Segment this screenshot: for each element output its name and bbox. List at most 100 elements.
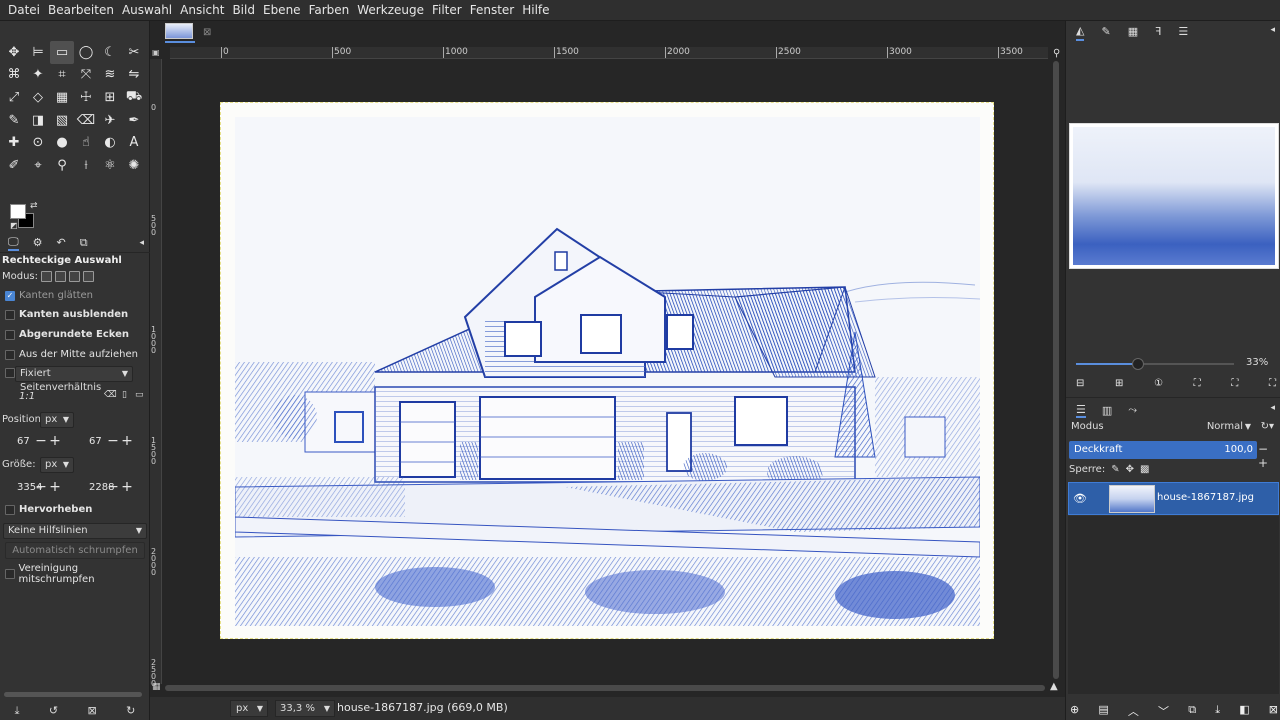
crop-icon[interactable]: ⌗ (50, 64, 74, 87)
plus-icon[interactable]: + (48, 479, 62, 495)
tab-menu-icon[interactable]: ◂ (139, 238, 144, 248)
paint-icon[interactable]: ✎ (2, 109, 26, 132)
duplicate-layer-icon[interactable]: ⧉ (1188, 703, 1196, 719)
tab-layers[interactable]: ☰ (1076, 403, 1086, 418)
horizontal-scrollbar[interactable] (165, 685, 1045, 691)
lasso-icon[interactable]: ☾ (98, 41, 122, 64)
zoom-dropdown[interactable]: 33,3 % ▼ (275, 700, 335, 717)
minus-icon[interactable]: − (106, 433, 120, 449)
landscape-icon[interactable]: ▭ (135, 390, 144, 400)
opacity-slider[interactable]: Deckkraft 100,0 (1069, 441, 1257, 459)
swap-colors-icon[interactable]: ⇄ (30, 201, 38, 211)
image-canvas[interactable] (220, 102, 994, 639)
zoom-slider[interactable] (1076, 358, 1234, 370)
eye-icon[interactable]: 👁 (1073, 492, 1087, 505)
flip-icon[interactable]: ⇋ (122, 64, 146, 87)
blur-icon[interactable]: ● (50, 131, 74, 154)
width-spinner[interactable]: 3354 − + (0, 479, 62, 495)
warp-icon[interactable]: ≋ (98, 64, 122, 87)
ellipse-select-icon[interactable]: ◯ (74, 41, 98, 64)
plus-icon[interactable]: + (120, 479, 134, 495)
fixed-aspect-dropdown[interactable]: Fixiert Seitenverhältnis ▼ (15, 366, 133, 393)
unified-transform-icon[interactable]: ⊞ (98, 86, 122, 109)
merge-down-icon[interactable]: ⤓ (1215, 703, 1220, 719)
mode-intersect-icon[interactable] (83, 271, 95, 282)
cage-icon[interactable]: ▦ (50, 86, 74, 109)
handle-icon[interactable]: ☩ (74, 86, 98, 109)
close-icon[interactable]: ⊠ (203, 27, 211, 38)
smudge-icon[interactable]: ☝ (74, 131, 98, 154)
canvas-stage[interactable] (163, 60, 1048, 683)
menu-bild[interactable]: Bild (228, 0, 259, 21)
color-picker-icon[interactable]: ✐ (2, 154, 26, 177)
clone-icon[interactable]: ⊙ (26, 131, 50, 154)
reset-options-icon[interactable]: ↻ (126, 704, 135, 720)
rounded-corners-checkbox[interactable]: Abgerundete Ecken (5, 329, 129, 340)
menu-hilfe[interactable]: Hilfe (518, 0, 553, 21)
menu-fenster[interactable]: Fenster (466, 0, 519, 21)
fit-image-icon[interactable]: ⛶ (1194, 378, 1201, 389)
position-unit-dropdown[interactable]: px ▼ (40, 412, 74, 428)
rect-select-icon[interactable]: ▭ (50, 41, 74, 64)
eraser-icon[interactable]: ⌫ (74, 109, 98, 132)
mode-add-icon[interactable] (55, 271, 67, 282)
gradient-icon[interactable]: ▧ (50, 109, 74, 132)
size-unit-dropdown[interactable]: px ▼ (40, 457, 74, 473)
navigate-icon[interactable]: ▦ (152, 682, 161, 692)
highlight-checkbox[interactable]: Hervorheben (5, 504, 92, 515)
unit-dropdown[interactable]: px ▼ (230, 700, 268, 717)
layer-mode-value[interactable]: Normal (1207, 421, 1243, 432)
zoom-out-icon[interactable]: ⊟ (1076, 378, 1084, 389)
portrait-icon[interactable]: ▯ (122, 390, 127, 400)
navigator-preview[interactable] (1069, 123, 1279, 269)
bucket-icon[interactable]: ⛟ (122, 86, 146, 109)
minus-icon[interactable]: − (34, 433, 48, 449)
fuzzy-select-icon[interactable]: ⌘ (2, 64, 26, 87)
pos-x-value[interactable]: 67 (0, 436, 34, 447)
mode-replace-icon[interactable] (41, 271, 53, 282)
quick-mask-icon[interactable]: ▣ (152, 48, 160, 57)
tab-paths[interactable]: ⤳ (1128, 403, 1137, 417)
pos-y-value[interactable]: 67 (72, 436, 106, 447)
menu-bearbeiten[interactable]: Bearbeiten (44, 0, 118, 21)
zoom-icon[interactable]: ⚲ (1053, 48, 1060, 59)
tab-device-status[interactable]: ⚙ (33, 236, 43, 249)
mode-subtract-icon[interactable] (69, 271, 81, 282)
height-value[interactable]: 2288 (72, 482, 114, 493)
blend-icon[interactable]: ◨ (26, 109, 50, 132)
pos-y-spinner[interactable]: 67 − + (72, 433, 134, 449)
feather-checkbox[interactable]: Kanten ausblenden (5, 309, 128, 320)
perspective-icon[interactable]: ◇ (26, 86, 50, 109)
menu-ansicht[interactable]: Ansicht (176, 0, 228, 21)
new-layer-icon[interactable]: ⊕ (1070, 703, 1079, 719)
zoom-slider-knob[interactable] (1132, 358, 1144, 370)
minus-icon[interactable]: − (34, 479, 48, 495)
ratio-input[interactable]: 1:1 (16, 389, 116, 405)
move-icon[interactable]: ✥ (2, 41, 26, 64)
zoom-icon[interactable]: ⚲ (50, 154, 74, 177)
delete-layer-icon[interactable]: ⊠ (1269, 703, 1278, 719)
extra-icon[interactable]: ✺ (122, 154, 146, 177)
foreground-color-swatch[interactable] (10, 204, 26, 219)
antialias-checkbox[interactable]: ✓ Kanten glätten (5, 290, 93, 301)
pos-x-spinner[interactable]: 67 − + (0, 433, 62, 449)
guides-dropdown[interactable]: Keine Hilfslinien ▼ (3, 523, 147, 539)
chevron-down-icon[interactable]: ▼ (1245, 422, 1251, 431)
minus-icon[interactable]: − (106, 479, 120, 495)
plus-icon[interactable]: + (48, 433, 62, 449)
expand-from-center-checkbox[interactable]: Aus der Mitte aufziehen (5, 349, 138, 360)
tab-brushes[interactable]: ✎ (1101, 25, 1110, 40)
scissors-icon[interactable]: ✂ (122, 41, 146, 64)
vertical-scrollbar[interactable] (1053, 61, 1059, 679)
ink-icon[interactable]: ✒ (122, 109, 146, 132)
clear-icon[interactable]: ⌫ (104, 390, 117, 400)
layer-name[interactable]: house-1867187.jpg (1157, 492, 1254, 503)
menu-ebene[interactable]: Ebene (259, 0, 305, 21)
tab-tool-options[interactable]: 🖵 (8, 235, 19, 251)
menu-werkzeuge[interactable]: Werkzeuge (353, 0, 428, 21)
tab-menu-icon[interactable]: ◂ (1270, 25, 1275, 35)
new-group-icon[interactable]: ▤ (1098, 703, 1108, 719)
gegl-icon[interactable]: ⚛ (98, 154, 122, 177)
auto-shrink-button[interactable]: Automatisch schrumpfen (5, 542, 145, 559)
shrink-wrap-icon[interactable]: ⛶ (1269, 378, 1276, 389)
